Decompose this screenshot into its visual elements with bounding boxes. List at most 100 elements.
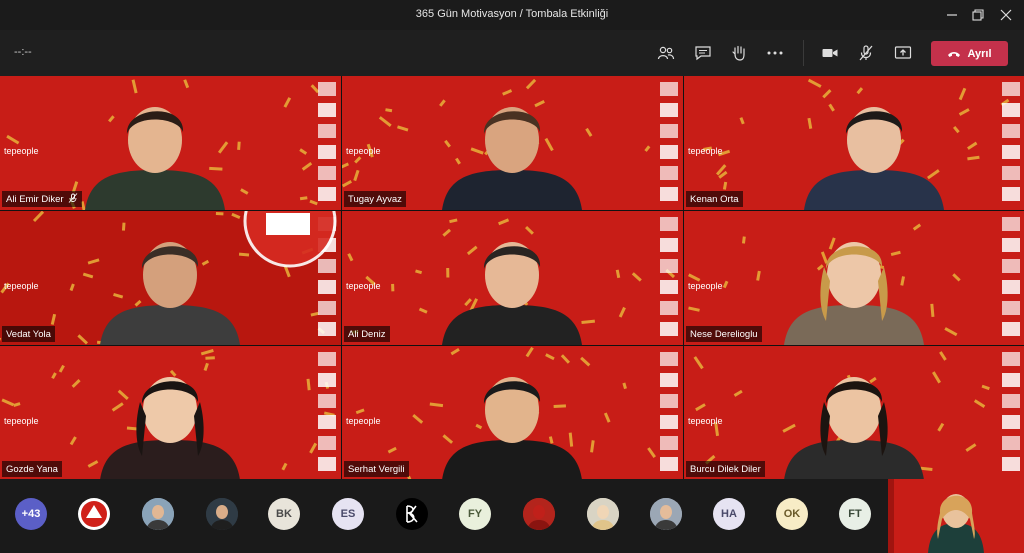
participant-name-label: Nese Derelioglu: [686, 326, 762, 342]
chat-icon: [695, 46, 711, 61]
participant-name: Kenan Orta: [690, 193, 739, 205]
participant-avatar-initials[interactable]: ES: [332, 498, 364, 530]
participant-avatar-initials[interactable]: FY: [459, 498, 491, 530]
leave-label: Ayrıl: [967, 47, 992, 60]
self-video-preview[interactable]: [888, 479, 1024, 553]
participant-avatar-logo[interactable]: [78, 498, 110, 530]
raise-hand-icon: [732, 45, 745, 61]
participant-tile[interactable]: tepeople Vedat Yola: [0, 211, 341, 345]
participant-avatar-initials[interactable]: BK: [268, 498, 300, 530]
leave-button[interactable]: Ayrıl: [931, 41, 1008, 66]
hang-up-icon: [948, 51, 961, 57]
participant-name: Burcu Dilek Diler: [690, 463, 761, 475]
camera-icon: [822, 49, 838, 57]
participant-name-label: Burcu Dilek Diler: [686, 461, 765, 477]
overflow-participants-count[interactable]: +43: [15, 498, 47, 530]
participant-video: tepeople: [342, 211, 683, 345]
svg-text:tepeople: tepeople: [346, 281, 381, 291]
avatar-photo: [523, 498, 555, 530]
participant-name: Ali Deniz: [348, 328, 386, 340]
more-icon: [767, 51, 783, 55]
microphone-button[interactable]: [856, 43, 876, 63]
participant-name: Ali Emir Diker: [6, 193, 64, 205]
camera-button[interactable]: [820, 43, 840, 63]
participant-tile[interactable]: tepeople Burcu Dilek Diler: [684, 346, 1024, 480]
participant-avatar-initials[interactable]: OK: [776, 498, 808, 530]
mic-muted-icon: [68, 192, 78, 206]
svg-text:tepeople: tepeople: [688, 416, 723, 426]
svg-text:tepeople: tepeople: [4, 281, 39, 291]
restore-icon: [972, 9, 984, 21]
self-video: [888, 479, 1024, 553]
participant-tile[interactable]: tepeople Ali Deniz: [342, 211, 683, 345]
svg-text:tepeople: tepeople: [688, 281, 723, 291]
participant-name-label: Gozde Yana: [2, 461, 62, 477]
participant-name: Nese Derelioglu: [690, 328, 758, 340]
participant-name-label: Vedat Yola: [2, 326, 55, 342]
svg-text:tepeople: tepeople: [346, 416, 381, 426]
participant-name-label: Ali Emir Diker: [2, 191, 82, 207]
participant-video: tepeople: [0, 76, 341, 210]
svg-text:tepeople: tepeople: [4, 416, 39, 426]
close-icon: [1000, 9, 1012, 21]
close-button[interactable]: [992, 4, 1020, 26]
participant-video: tepeople: [684, 76, 1024, 210]
mic-off-icon: [859, 45, 873, 61]
participant-tile[interactable]: tepeople Kenan Orta: [684, 76, 1024, 210]
minimize-button[interactable]: [938, 4, 966, 26]
participant-tile[interactable]: tepeople Ali Emir Diker: [0, 76, 341, 210]
avatar-photo: [142, 498, 174, 530]
participant-video: tepeople: [684, 211, 1024, 345]
participant-avatar-photo[interactable]: [206, 498, 238, 530]
people-icon: [657, 46, 675, 60]
participant-avatar-logo[interactable]: [396, 498, 428, 530]
participant-video: tepeople: [342, 346, 683, 480]
meeting-timer: --:--: [14, 46, 32, 58]
window-title: 365 Gün Motivasyon / Tombala Etkinliği: [415, 8, 609, 20]
chat-button[interactable]: [693, 43, 713, 63]
more-options-button[interactable]: [765, 43, 785, 63]
share-screen-button[interactable]: [893, 43, 913, 63]
participant-name-label: Ali Deniz: [344, 326, 390, 342]
minimize-icon: [947, 14, 957, 16]
svg-text:tepeople: tepeople: [4, 146, 39, 156]
participant-avatar-photo[interactable]: [142, 498, 174, 530]
participant-tile[interactable]: tepeople Gozde Yana: [0, 346, 341, 480]
restore-button[interactable]: [964, 4, 992, 26]
share-icon: [894, 46, 912, 59]
svg-text:tepeople: tepeople: [346, 146, 381, 156]
avatar-photo: [650, 498, 682, 530]
participant-name: Gozde Yana: [6, 463, 58, 475]
participant-tile[interactable]: tepeople Tugay Ayvaz: [342, 76, 683, 210]
participant-tile[interactable]: tepeople Serhat Vergili: [342, 346, 683, 480]
participant-name: Serhat Vergili: [348, 463, 405, 475]
bk-logo-icon: [406, 505, 418, 523]
video-grid: tepeople Ali Emir Diker tepeople Tugay Ayva…: [0, 76, 1024, 480]
participant-avatar-photo[interactable]: [587, 498, 619, 530]
participant-video: tepeople: [0, 346, 341, 480]
participants-button[interactable]: [656, 43, 676, 63]
participant-video: tepeople: [342, 76, 683, 210]
participant-strip: +43 BK ES FY HA OK FT: [0, 479, 1024, 553]
participant-avatar-initials[interactable]: FT: [839, 498, 871, 530]
participant-avatar-initials[interactable]: HA: [713, 498, 745, 530]
avatar-photo: [206, 498, 238, 530]
participant-name-label: Kenan Orta: [686, 191, 743, 207]
participant-tile[interactable]: tepeople Nese Derelioglu: [684, 211, 1024, 345]
avatar-photo: [587, 498, 619, 530]
teams-meeting-window: 365 Gün Motivasyon / Tombala Etkinliği -…: [0, 0, 1024, 553]
participant-video: tepeople: [0, 211, 341, 345]
company-logo-icon: [81, 501, 107, 527]
participant-name: Tugay Ayvaz: [348, 193, 402, 205]
participant-video: tepeople: [684, 346, 1024, 480]
title-bar: 365 Gün Motivasyon / Tombala Etkinliği: [0, 0, 1024, 30]
participant-avatar-photo[interactable]: [650, 498, 682, 530]
participant-name: Vedat Yola: [6, 328, 51, 340]
toolbar-divider: [803, 40, 804, 66]
raise-hand-button[interactable]: [729, 43, 749, 63]
meeting-toolbar: --:-- Ayrıl: [0, 30, 1024, 76]
participant-avatar-photo[interactable]: [523, 498, 555, 530]
participant-name-label: Tugay Ayvaz: [344, 191, 406, 207]
participant-name-label: Serhat Vergili: [344, 461, 409, 477]
svg-text:tepeople: tepeople: [688, 146, 723, 156]
